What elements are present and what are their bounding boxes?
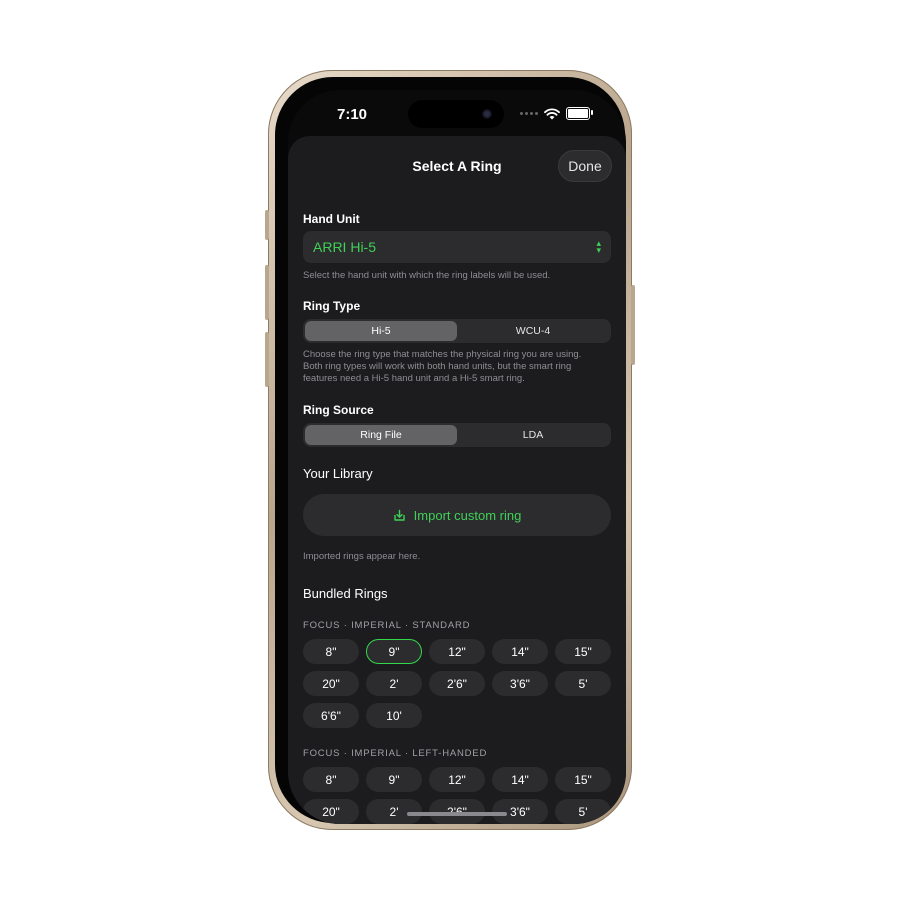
dynamic-island bbox=[408, 100, 504, 128]
ring-source-label: Ring Source bbox=[303, 403, 374, 417]
battery-icon bbox=[566, 107, 593, 120]
ring-source-segmented-control: Ring File LDA bbox=[303, 423, 611, 447]
ring-chip[interactable]: 2' bbox=[366, 671, 422, 696]
ring-chip[interactable]: 9" bbox=[366, 767, 422, 792]
chevron-up-down-icon: ▴ ▾ bbox=[596, 238, 601, 255]
ring-type-segmented-control: Hi-5 WCU-4 bbox=[303, 319, 611, 343]
group-caption-standard: FOCUS · IMPERIAL · STANDARD bbox=[303, 620, 471, 631]
ring-type-label: Ring Type bbox=[303, 299, 361, 313]
hand-unit-value: ARRI Hi-5 bbox=[313, 239, 377, 255]
ring-chip[interactable]: 5' bbox=[555, 799, 611, 824]
hand-unit-label: Hand Unit bbox=[303, 212, 360, 226]
import-button-label: Import custom ring bbox=[413, 507, 522, 523]
ring-source-option-file[interactable]: Ring File bbox=[305, 425, 457, 445]
screen: 7:10 Select A Ring Done Hand Unit ARRI H… bbox=[288, 90, 626, 824]
cellular-signal-icon bbox=[520, 112, 538, 115]
ring-type-option-wcu4[interactable]: WCU-4 bbox=[457, 321, 609, 341]
action-button bbox=[265, 210, 269, 240]
ring-chip[interactable]: 15" bbox=[555, 639, 611, 664]
bundled-rings-title: Bundled Rings bbox=[303, 586, 388, 601]
phone-bezel: 7:10 Select A Ring Done Hand Unit ARRI H… bbox=[275, 77, 626, 824]
ring-chip[interactable]: 9" bbox=[366, 639, 422, 664]
ring-chip[interactable]: 8" bbox=[303, 767, 359, 792]
status-icons bbox=[520, 107, 593, 120]
ring-chip[interactable]: 12" bbox=[429, 639, 485, 664]
hand-unit-picker[interactable]: ARRI Hi-5 ▴ ▾ bbox=[303, 231, 611, 263]
done-button[interactable]: Done bbox=[558, 150, 612, 182]
status-time: 7:10 bbox=[337, 106, 368, 123]
ring-chip[interactable]: 3'6" bbox=[492, 671, 548, 696]
ring-type-helper: Choose the ring type that matches the ph… bbox=[303, 349, 582, 384]
hand-unit-helper: Select the hand unit with which the ring… bbox=[303, 270, 551, 281]
power-button bbox=[631, 285, 635, 365]
volume-down-button bbox=[265, 332, 269, 387]
ring-chip[interactable]: 6'6" bbox=[303, 703, 359, 728]
ring-type-option-hi5[interactable]: Hi-5 bbox=[305, 321, 457, 341]
wifi-icon bbox=[544, 107, 560, 119]
library-empty-text: Imported rings appear here. bbox=[303, 551, 421, 562]
volume-up-button bbox=[265, 265, 269, 320]
ring-chip[interactable]: 14" bbox=[492, 767, 548, 792]
ring-chip[interactable]: 20" bbox=[303, 799, 359, 824]
group-caption-left-handed: FOCUS · IMPERIAL · LEFT-HANDED bbox=[303, 748, 488, 759]
ring-chip[interactable]: 5' bbox=[555, 671, 611, 696]
ring-chip[interactable]: 12" bbox=[429, 767, 485, 792]
ring-chip[interactable]: 10' bbox=[366, 703, 422, 728]
ring-selection-sheet: Select A Ring Done Hand Unit ARRI Hi-5 ▴… bbox=[288, 136, 626, 824]
library-title: Your Library bbox=[303, 466, 373, 481]
ring-chip[interactable]: 8" bbox=[303, 639, 359, 664]
home-indicator bbox=[407, 812, 507, 816]
ring-chip[interactable]: 2'6" bbox=[429, 671, 485, 696]
ring-source-option-lda[interactable]: LDA bbox=[457, 425, 609, 445]
phone-frame: 7:10 Select A Ring Done Hand Unit ARRI H… bbox=[265, 70, 635, 830]
import-icon bbox=[393, 509, 405, 521]
ring-chip[interactable]: 20" bbox=[303, 671, 359, 696]
import-custom-ring-button[interactable]: Import custom ring bbox=[303, 494, 611, 536]
camera-icon bbox=[482, 109, 492, 119]
ring-grid-standard: 8" 9" 12" 14" 15" 20" 2' 2'6" 3'6" 5' 6'6" 10' bbox=[303, 639, 613, 728]
ring-chip[interactable]: 15" bbox=[555, 767, 611, 792]
ring-chip[interactable]: 14" bbox=[492, 639, 548, 664]
